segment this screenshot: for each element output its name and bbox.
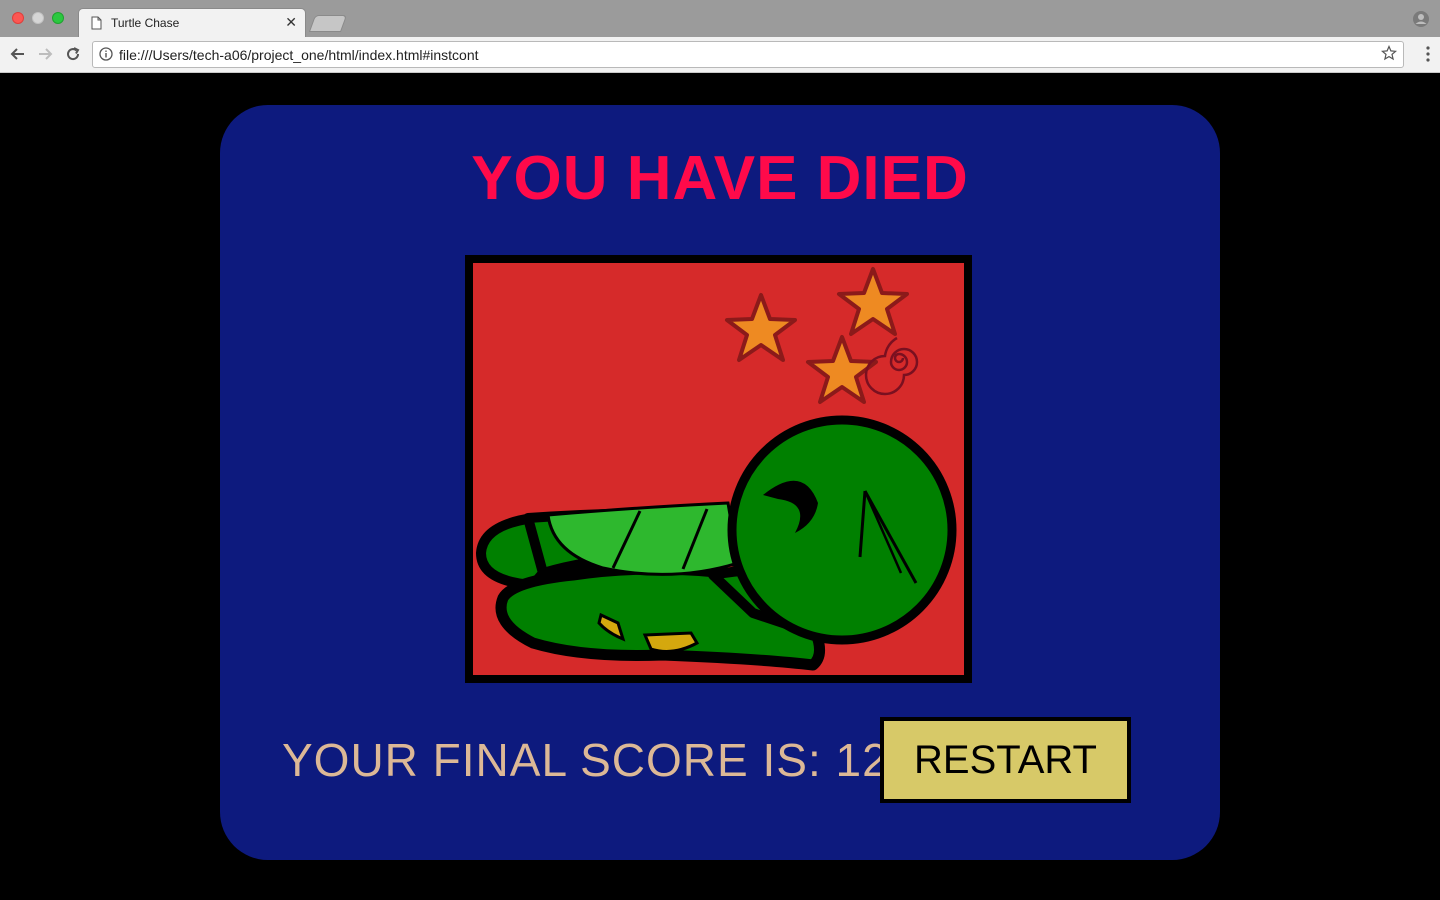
reload-icon[interactable] [62, 43, 84, 65]
dead-turtle-illustration-frame [465, 255, 972, 683]
menu-kebab-icon[interactable] [1426, 46, 1430, 67]
bookmark-star-icon[interactable] [1380, 44, 1398, 66]
browser-toolbar: file:///Users/tech-a06/project_one/html/… [0, 37, 1440, 73]
page-viewport: YOU HAVE DIED YOUR FINAL SCORE IS: 12! R… [0, 74, 1440, 900]
tab-title: Turtle Chase [111, 16, 180, 30]
forward-arrow-icon[interactable] [34, 43, 56, 65]
address-bar[interactable]: file:///Users/tech-a06/project_one/html/… [92, 41, 1404, 68]
game-over-panel: YOU HAVE DIED YOUR FINAL SCORE IS: 12! R… [220, 105, 1220, 860]
game-over-title: YOU HAVE DIED [471, 144, 969, 213]
close-window-button[interactable] [12, 12, 24, 24]
dead-turtle-illustration [473, 263, 964, 675]
minimize-window-button[interactable] [32, 12, 44, 24]
final-score-label: YOUR FINAL SCORE IS: 12! [282, 734, 903, 786]
new-tab-button[interactable] [308, 15, 348, 32]
tab-close-icon[interactable]: ✕ [285, 14, 297, 31]
url-text: file:///Users/tech-a06/project_one/html/… [119, 47, 479, 63]
page-icon [91, 16, 102, 35]
browser-tab[interactable]: Turtle Chase ✕ [78, 8, 306, 38]
browser-tabbar: Turtle Chase ✕ [0, 0, 1440, 38]
back-arrow-icon[interactable] [7, 43, 29, 65]
restart-button[interactable]: RESTART [880, 717, 1131, 803]
info-icon[interactable] [99, 47, 113, 66]
maximize-window-button[interactable] [52, 12, 64, 24]
profile-icon[interactable] [1412, 10, 1430, 33]
